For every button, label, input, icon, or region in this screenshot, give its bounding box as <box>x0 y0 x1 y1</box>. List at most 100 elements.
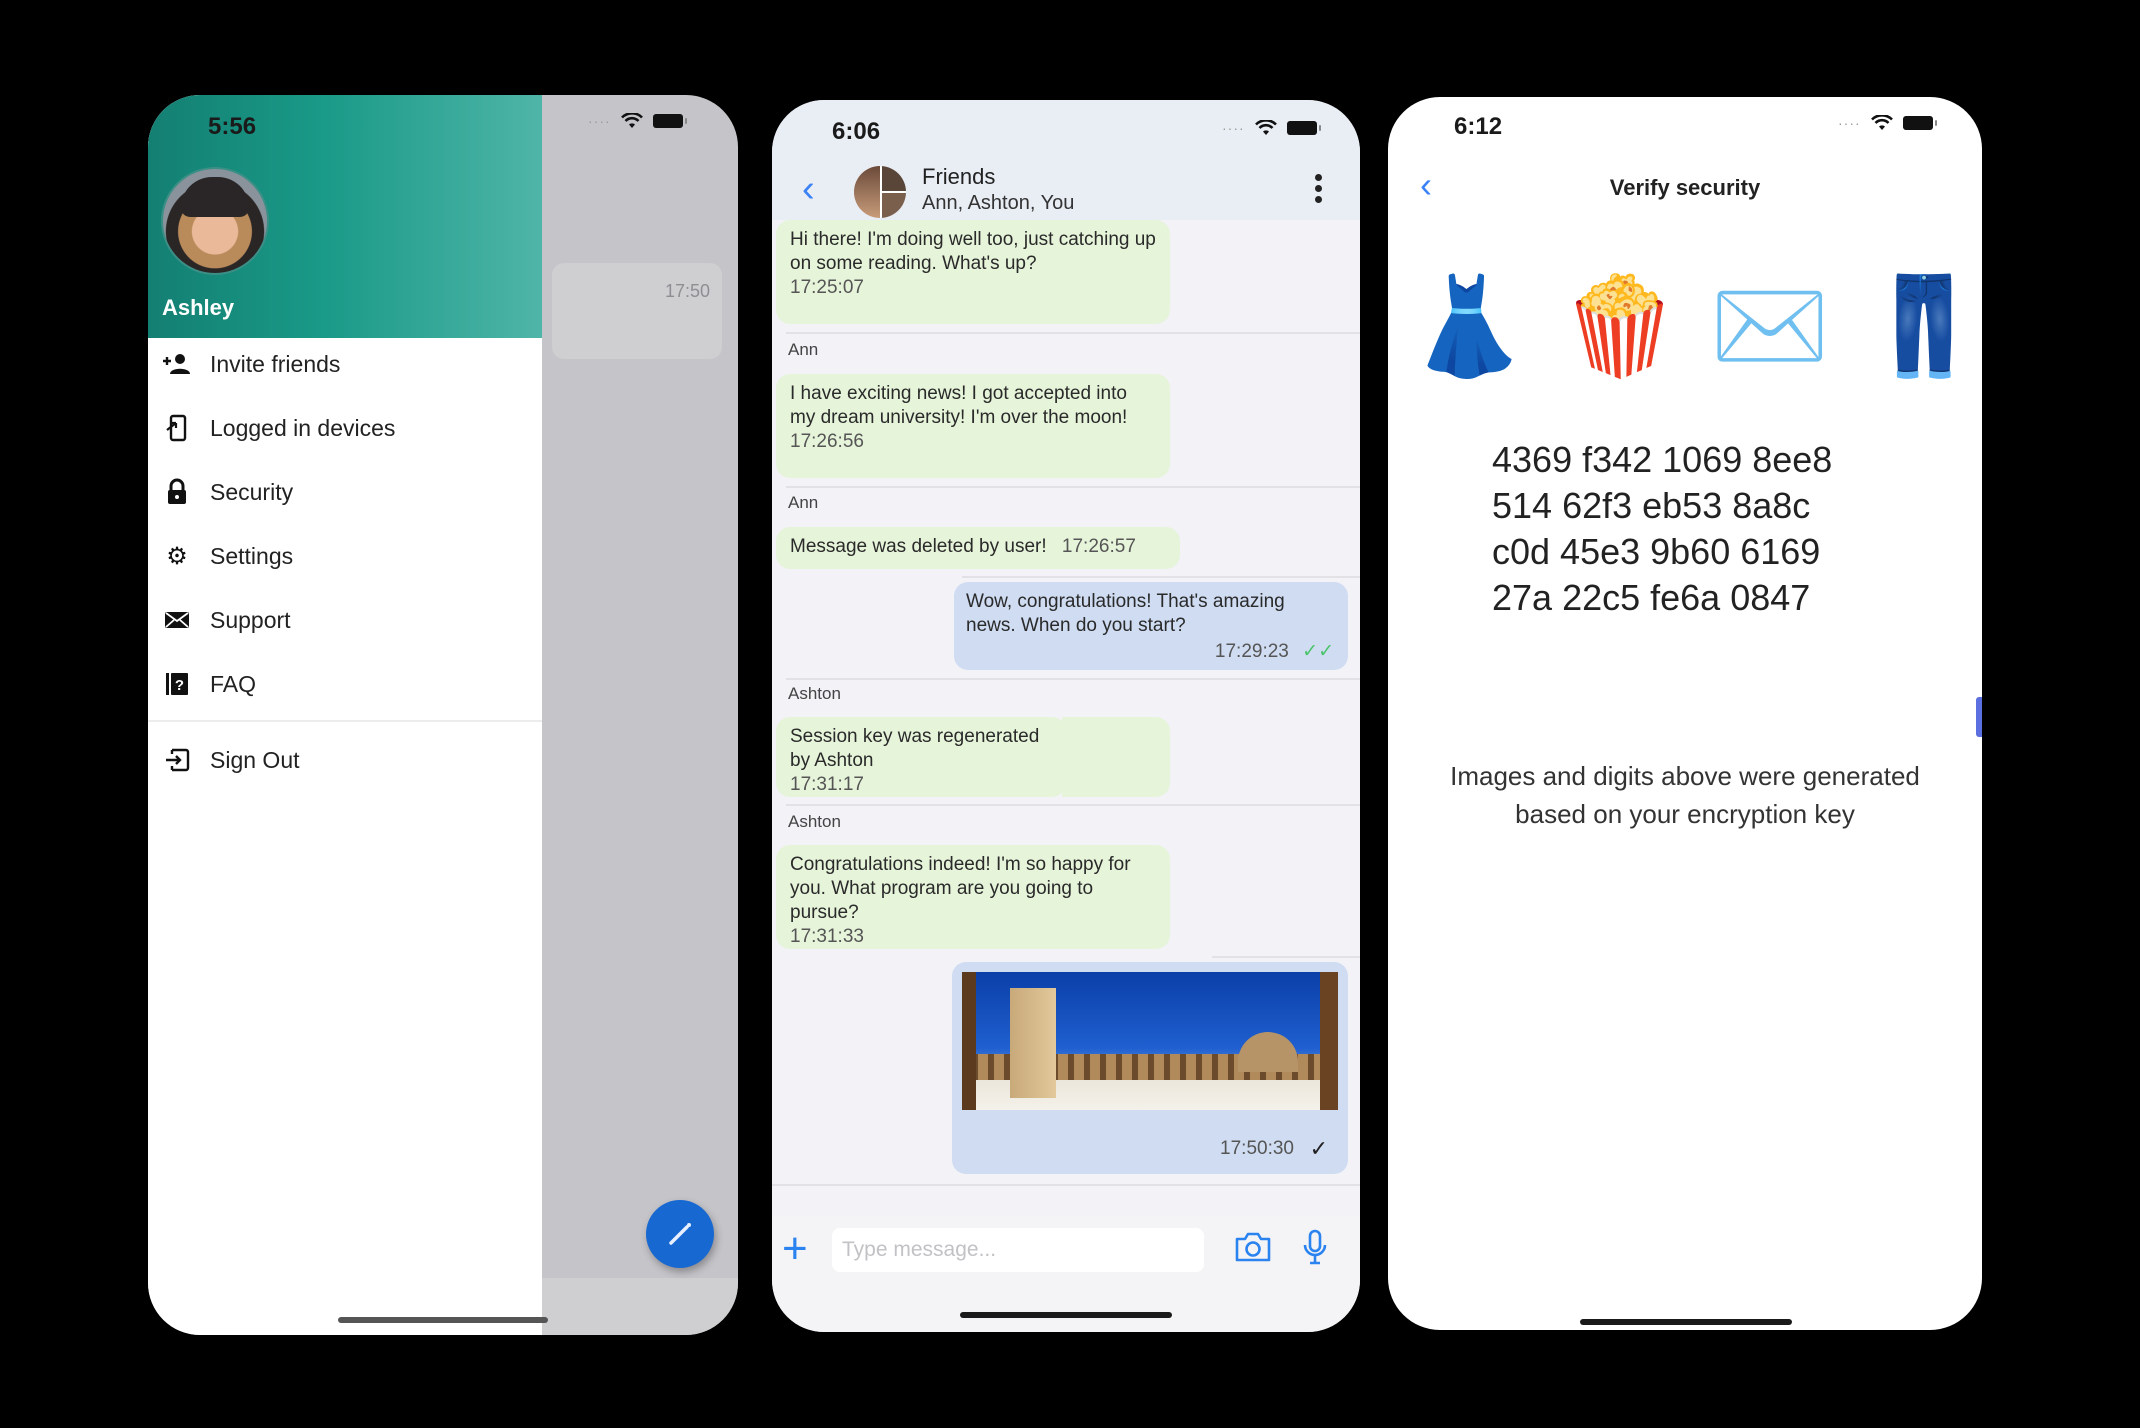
more-options-button[interactable] <box>1315 174 1322 203</box>
pencil-icon <box>669 1223 691 1245</box>
status-icons: ···· <box>588 113 687 129</box>
attach-plus-button[interactable]: + <box>782 1227 808 1271</box>
microphone-icon <box>1303 1229 1327 1265</box>
message-time: 17:26:56 <box>790 431 864 452</box>
status-icons: ···· <box>1838 115 1937 131</box>
chat-participants: Ann, Ashton, You <box>922 192 1075 214</box>
message-input[interactable] <box>832 1228 1204 1272</box>
battery-icon <box>1286 121 1321 135</box>
drawer-screen: 17:50 ···· 5:56 Ashley Invite friends Lo… <box>148 95 738 1335</box>
check-icon: ✓ <box>1309 1136 1328 1161</box>
message-time: 17:31:33 <box>790 926 864 947</box>
edge-handle[interactable] <box>1976 697 1982 737</box>
back-button[interactable]: ‹ <box>802 170 815 208</box>
sign-out-icon <box>162 748 192 772</box>
message-bubble-outgoing[interactable]: Wow, congratulations! That's amazing new… <box>954 582 1348 670</box>
home-indicator <box>1580 1319 1792 1325</box>
menu-divider <box>148 720 542 722</box>
verify-security-screen: 6:12 ···· ‹ Verify security 👗 🍿 ✉️ 👖 436… <box>1388 97 1982 1330</box>
digits-row: 514 62f3 eb53 8a8c <box>1492 485 1811 526</box>
menu-item-label: Logged in devices <box>210 414 396 441</box>
svg-text:?: ? <box>175 677 184 694</box>
signal-icon: ···· <box>1838 115 1861 131</box>
menu-item-security[interactable]: Security <box>148 466 542 518</box>
status-time: 6:12 <box>1454 113 1503 140</box>
photo-attachment[interactable] <box>962 972 1338 1110</box>
bottom-tab-area <box>542 1278 738 1335</box>
message-bubble-image[interactable]: 17:50:30 ✓ <box>952 962 1348 1174</box>
status-icons: ···· <box>1222 120 1321 136</box>
compose-button[interactable] <box>646 1200 714 1268</box>
bubble-fill <box>1062 717 1170 797</box>
menu-item-label: Sign Out <box>210 746 300 773</box>
drawer-header: 5:56 Ashley <box>148 95 542 338</box>
chat-header: 6:06 ···· ‹ Friends Ann, Ashton, You <box>772 100 1360 220</box>
dress-icon: 👗 <box>1408 273 1528 380</box>
menu-item-sign-out[interactable]: Sign Out <box>148 734 542 786</box>
home-indicator <box>960 1312 1172 1318</box>
help-book-icon: ? <box>162 671 192 697</box>
message-separator <box>1212 956 1360 958</box>
battery-icon <box>1902 116 1937 130</box>
chat-screen: 6:06 ···· ‹ Friends Ann, Ashton, You Hi … <box>772 100 1360 1332</box>
user-avatar[interactable] <box>161 167 269 275</box>
lock-icon <box>162 478 192 506</box>
menu-item-label: Support <box>210 606 291 633</box>
more-vertical-icon <box>1315 174 1322 181</box>
chat-item-time: 17:50 <box>664 281 710 301</box>
message-separator <box>772 1184 1360 1186</box>
menu-item-faq[interactable]: ? FAQ <box>148 658 542 710</box>
home-indicator <box>338 1317 548 1323</box>
message-composer: + <box>772 1215 1360 1332</box>
message-bubble-incoming[interactable]: I have exciting news! I got accepted int… <box>776 374 1170 478</box>
message-sender: Ashton <box>788 812 841 831</box>
background-chat-item[interactable]: 17:50 <box>552 263 722 359</box>
camera-button[interactable] <box>1234 1231 1272 1268</box>
message-bubble-system[interactable]: Session key was regenerated by Ashton 17… <box>776 717 1066 797</box>
message-time: 17:29:23 <box>1214 641 1289 662</box>
group-avatar[interactable] <box>854 166 906 218</box>
chat-title[interactable]: Friends <box>922 164 995 190</box>
wifi-icon <box>1870 115 1893 130</box>
menu-item-logged-in-devices[interactable]: Logged in devices <box>148 402 542 454</box>
message-sender: Ann <box>788 340 819 359</box>
person-add-icon <box>162 353 192 375</box>
mail-icon <box>162 610 192 630</box>
signal-icon: ···· <box>588 113 611 129</box>
wifi-icon <box>1254 120 1277 135</box>
message-separator <box>786 486 1360 488</box>
menu-item-support[interactable]: Support <box>148 594 542 646</box>
menu-item-label: Invite friends <box>210 350 341 377</box>
message-bubble-incoming[interactable]: Hi there! I'm doing well too, just catch… <box>776 220 1170 324</box>
message-time: 17:31:17 <box>790 774 864 795</box>
user-name: Ashley <box>162 295 235 320</box>
security-digits: 4369 f342 1069 8ee8 514 62f3 eb53 8a8c c… <box>1492 437 1832 621</box>
navigation-drawer: 5:56 Ashley Invite friends Logged in dev… <box>148 95 548 1335</box>
menu-item-invite-friends[interactable]: Invite friends <box>148 338 542 390</box>
message-text: Congratulations indeed! I'm so happy for… <box>790 854 1131 923</box>
message-text: Hi there! I'm doing well too, just catch… <box>790 229 1156 274</box>
message-time: 17:50:30 <box>1220 1138 1294 1159</box>
digits-row: 27a 22c5 fe6a 0847 <box>1492 577 1811 618</box>
digits-row: 4369 f342 1069 8ee8 <box>1492 439 1833 480</box>
jeans-icon: 👖 <box>1864 273 1982 380</box>
message-time: 17:25:07 <box>790 277 864 298</box>
message-text: Wow, congratulations! That's amazing new… <box>966 591 1285 636</box>
message-text: Message was deleted by user! <box>790 536 1047 557</box>
menu-item-settings[interactable]: ⚙ Settings <box>148 530 542 582</box>
menu-item-label: FAQ <box>210 670 257 697</box>
message-sender: Ann <box>788 493 819 512</box>
digits-row: c0d 45e3 9b60 6169 <box>1492 531 1821 572</box>
message-text: I have exciting news! I got accepted int… <box>790 383 1128 428</box>
message-bubble-incoming[interactable]: Congratulations indeed! I'm so happy for… <box>776 845 1170 949</box>
status-time: 5:56 <box>208 113 257 140</box>
message-bubble-deleted[interactable]: Message was deleted by user! 17:26:57 <box>776 527 1180 569</box>
popcorn-icon: 🍿 <box>1560 273 1680 380</box>
page-title: Verify security <box>1609 175 1761 200</box>
microphone-button[interactable] <box>1302 1229 1328 1272</box>
device-login-icon <box>162 414 192 442</box>
battery-icon <box>652 114 687 128</box>
signal-icon: ···· <box>1222 120 1245 136</box>
gear-icon: ⚙ <box>166 542 188 570</box>
menu-item-label: Security <box>210 478 294 505</box>
